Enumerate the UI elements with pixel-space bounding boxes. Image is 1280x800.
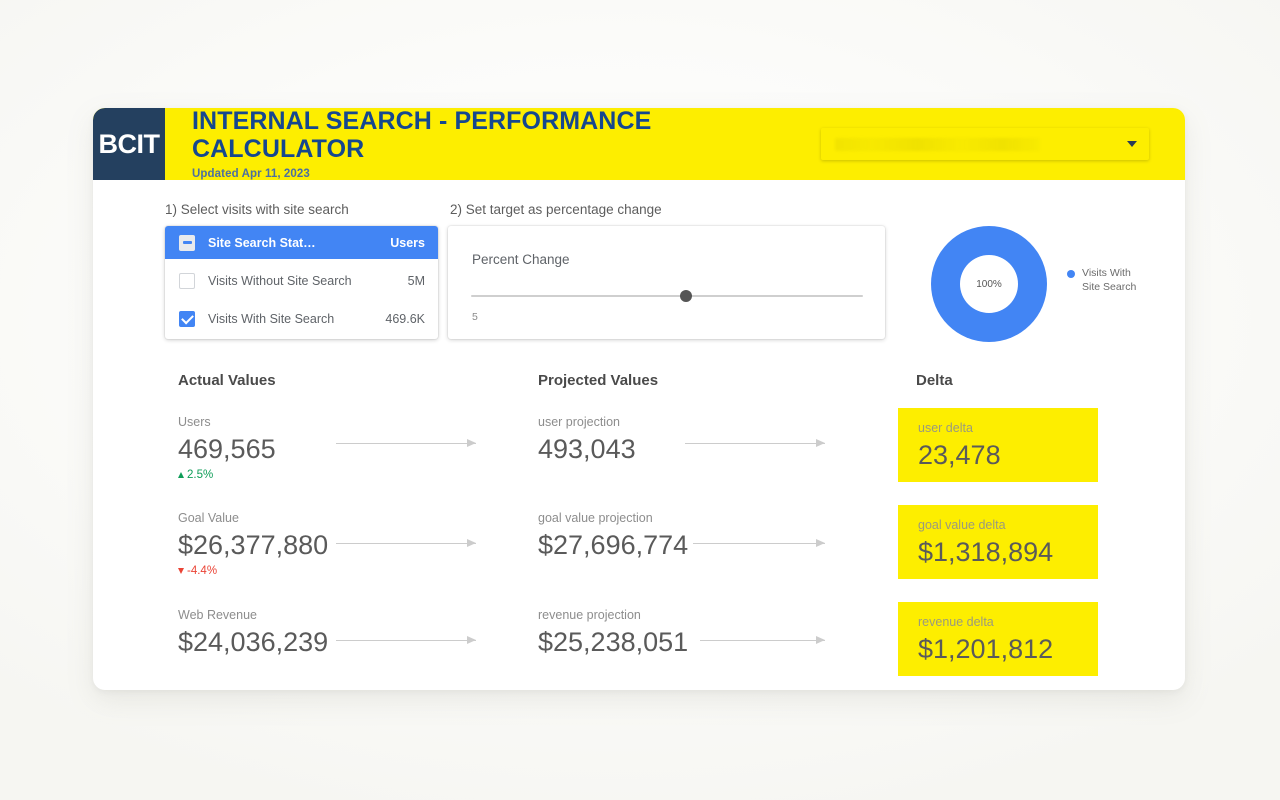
arrow-line (336, 442, 476, 445)
metric-label: goal value projection (538, 511, 653, 525)
flow-arrow (336, 538, 476, 548)
dropdown-selected-value (835, 137, 1040, 151)
arrow-up-icon (178, 472, 184, 479)
bcit-logo: BCIT (93, 108, 165, 180)
metric-trend-value: 2.5% (187, 469, 214, 482)
slider-track[interactable] (471, 295, 863, 297)
metric-value: $26,377,880 (178, 529, 329, 560)
metric-label: user projection (538, 415, 620, 429)
metric-label: Web Revenue (178, 608, 257, 622)
delta-value: $1,318,894 (918, 536, 1054, 567)
metric-projected-web-revenue: revenue projection $25,238,051 (538, 609, 688, 658)
metric-value: 469,565 (178, 433, 276, 464)
delta-label: user delta (918, 421, 973, 435)
metric-value: $24,036,239 (178, 626, 329, 657)
list-header-metric: Users (390, 235, 425, 250)
column-title-projected: Projected Values (538, 372, 659, 389)
metric-label: Users (178, 415, 211, 429)
indeterminate-dash-icon (182, 241, 192, 244)
site-search-filter-list[interactable]: Site Search Stat… Users Visits Without S… (165, 226, 438, 339)
chevron-down-icon (1127, 141, 1137, 147)
list-header-dimension: Site Search Stat… (208, 235, 316, 250)
metric-value: 493,043 (538, 433, 636, 464)
delta-box-web-revenue: revenue delta $1,201,812 (898, 602, 1098, 676)
metric-projected-goal-value: goal value projection $27,696,774 (538, 512, 688, 561)
metric-label: Goal Value (178, 511, 239, 525)
checkbox-checked[interactable] (179, 311, 195, 327)
report-selector-dropdown[interactable] (821, 128, 1149, 160)
arrow-head-icon (816, 635, 825, 644)
metric-value: $27,696,774 (538, 529, 689, 560)
metric-trend: 2.5% (178, 469, 276, 481)
step-2-label: 2) Set target as percentage change (450, 202, 662, 217)
legend-color-dot (1067, 270, 1075, 278)
metric-actual-goal-value: Goal Value $26,377,880 -4.4% (178, 512, 328, 577)
legend-label: Visits With Site Search (1082, 266, 1154, 294)
last-updated-text: Updated Apr 11, 2023 (192, 168, 310, 180)
donut-ring: 100% (931, 226, 1047, 342)
metric-trend: -4.4% (178, 565, 328, 577)
metric-trend-value: -4.4% (187, 565, 218, 578)
header-title-group: INTERNAL SEARCH - PERFORMANCE CALCULATOR… (165, 108, 821, 180)
list-item-label: Visits With Site Search (208, 312, 335, 326)
metric-value: $25,238,051 (538, 626, 689, 657)
select-all-checkbox[interactable] (179, 234, 195, 251)
percent-change-slider[interactable] (471, 288, 863, 304)
list-item[interactable]: Visits With Site Search 469.6K (165, 303, 438, 335)
metric-actual-users: Users 469,565 2.5% (178, 416, 276, 481)
arrow-line (700, 639, 825, 642)
list-item-label: Visits Without Site Search (208, 274, 352, 288)
page-title: INTERNAL SEARCH - PERFORMANCE CALCULATOR (192, 108, 652, 163)
list-item[interactable]: Visits Without Site Search 5M (165, 265, 438, 297)
legend-label-line1: Visits With (1082, 267, 1131, 279)
arrow-down-icon (178, 568, 184, 575)
flow-arrow (693, 538, 825, 548)
delta-value: $1,201,812 (918, 633, 1054, 664)
arrow-head-icon (816, 538, 825, 547)
percent-change-label: Percent Change (472, 252, 570, 267)
delta-value: 23,478 (918, 439, 1001, 470)
column-title-actual: Actual Values (178, 372, 276, 389)
donut-center: 100% (960, 255, 1018, 313)
metric-label: revenue projection (538, 608, 641, 622)
flow-arrow (336, 635, 476, 645)
arrow-line (336, 639, 476, 642)
donut-percent-label: 100% (976, 278, 1002, 290)
arrow-line (336, 542, 476, 545)
delta-box-goal-value: goal value delta $1,318,894 (898, 505, 1098, 579)
dashboard-header: BCIT INTERNAL SEARCH - PERFORMANCE CALCU… (93, 108, 1185, 180)
logo-text: BCIT (98, 128, 161, 159)
percent-change-value: 5 (472, 311, 478, 323)
list-item-value: 5M (407, 274, 425, 288)
percent-change-panel: Percent Change 5 (448, 226, 885, 339)
legend-label-line2: Site Search (1082, 281, 1137, 294)
arrow-head-icon (816, 438, 825, 447)
check-icon (180, 311, 194, 324)
slider-thumb[interactable] (680, 290, 692, 302)
metric-actual-web-revenue: Web Revenue $24,036,239 (178, 609, 328, 658)
flow-arrow (336, 438, 476, 448)
delta-label: goal value delta (918, 518, 1006, 532)
delta-box-users: user delta 23,478 (898, 408, 1098, 482)
arrow-head-icon (467, 635, 476, 644)
share-donut-chart: 100% Visits With Site Search (931, 226, 1185, 356)
arrow-head-icon (467, 438, 476, 447)
step-1-label: 1) Select visits with site search (165, 202, 349, 217)
arrow-line (685, 442, 825, 445)
arrow-line (693, 542, 825, 545)
arrow-head-icon (467, 538, 476, 547)
metric-projected-users: user projection 493,043 (538, 416, 636, 465)
flow-arrow (700, 635, 825, 645)
donut-legend: Visits With Site Search (1067, 266, 1154, 294)
flow-arrow (685, 438, 825, 448)
delta-label: revenue delta (918, 615, 994, 629)
list-header-row[interactable]: Site Search Stat… Users (165, 226, 438, 259)
column-title-delta: Delta (916, 372, 953, 389)
list-item-value: 469.6K (385, 312, 425, 326)
checkbox-unchecked[interactable] (179, 273, 195, 289)
dashboard-card: BCIT INTERNAL SEARCH - PERFORMANCE CALCU… (93, 108, 1185, 690)
